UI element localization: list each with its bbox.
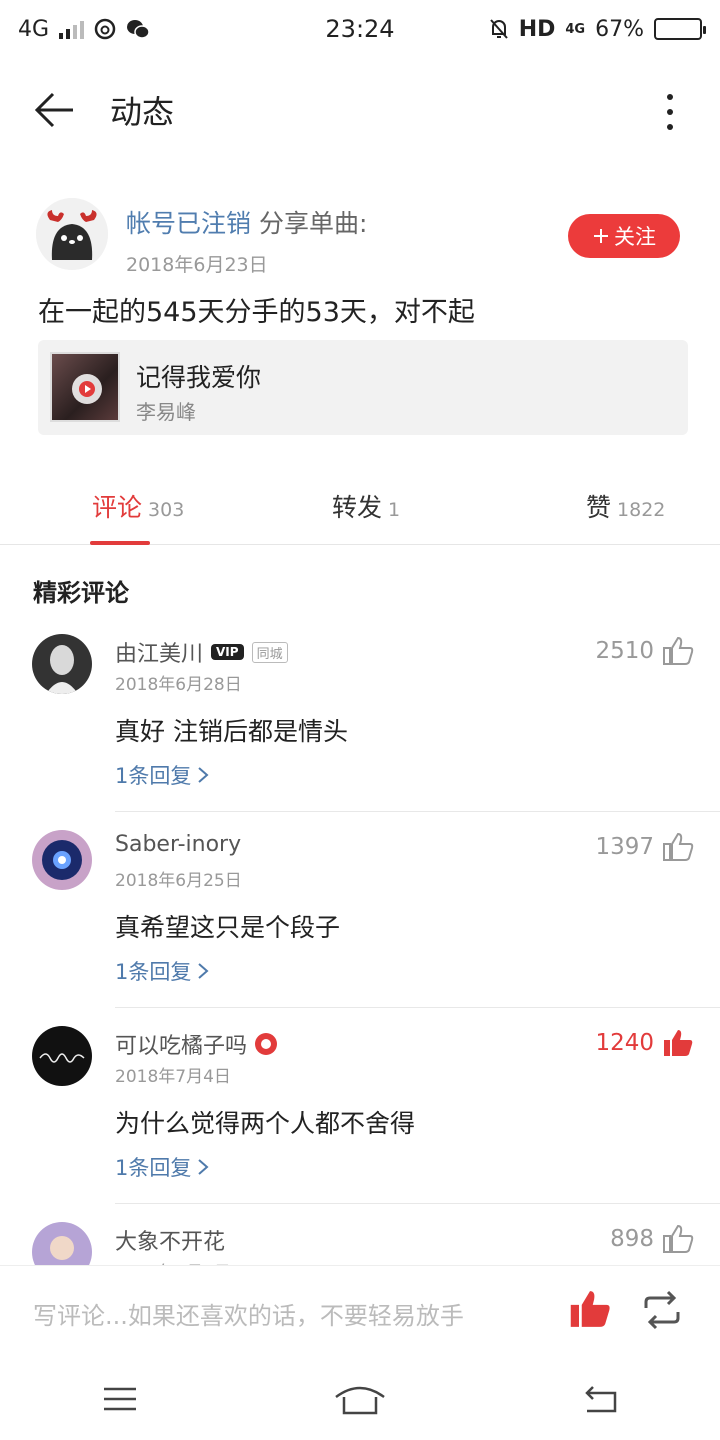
like-button[interactable]: 2510 — [595, 636, 694, 666]
chevron-right-icon — [198, 1159, 209, 1175]
comment-list: 由江美川 VIP 同城 2018年6月28日 真好 注销后都是情头 1条回复 251… — [0, 616, 720, 1266]
like-button[interactable]: 1240 — [595, 1028, 694, 1058]
arrow-left-icon — [34, 92, 73, 128]
top-bar: 动态 — [0, 58, 720, 162]
comment-date: 2018年7月1日 — [115, 1258, 231, 1266]
more-options-button[interactable] — [642, 84, 698, 140]
post-text: 在一起的545天分手的53天，对不起 — [38, 297, 475, 328]
system-nav-bar — [0, 1358, 720, 1440]
plus-icon — [594, 229, 608, 243]
commenter-name[interactable]: 可以吃橘子吗 — [115, 1028, 247, 1060]
reply-link[interactable]: 1条回复 — [115, 956, 209, 986]
like-post-button[interactable] — [568, 1288, 612, 1334]
comment-item: Saber-inory 2018年6月25日 真希望这只是个段子 1条回复 13… — [0, 812, 720, 1008]
thumb-up-icon — [663, 636, 694, 665]
chevron-right-icon — [198, 963, 209, 979]
comment-text: 真希望这只是个段子 — [115, 913, 341, 942]
home-icon — [335, 1386, 385, 1415]
comment-text: 为什么觉得两个人都不舍得 — [115, 1109, 416, 1138]
like-button[interactable]: 898 — [610, 1224, 694, 1254]
commenter-avatar[interactable] — [32, 1222, 92, 1266]
status-bar: 4G 23:24 HD 4G 67% — [0, 0, 720, 58]
repost-button[interactable] — [640, 1290, 684, 1334]
follow-label: 关注 — [614, 225, 656, 249]
comment-input[interactable]: 写评论...如果还喜欢的话，不要轻易放手 — [33, 1296, 464, 1331]
post-action: 分享单曲: — [251, 209, 368, 238]
commenter-avatar[interactable] — [32, 830, 92, 890]
post-date: 2018年6月23日 — [126, 254, 268, 276]
song-title: 记得我爱你 — [136, 363, 262, 392]
page-title: 动态 — [110, 93, 175, 131]
thumb-up-filled-icon — [664, 1030, 693, 1056]
back-button[interactable] — [0, 58, 110, 162]
chevron-right-icon — [198, 767, 209, 783]
comment-date: 2018年6月28日 — [115, 675, 242, 695]
battery-icon — [654, 18, 706, 40]
song-artist: 李易峰 — [136, 400, 196, 424]
location-badge: 同城 — [251, 641, 288, 663]
comment-bar: 写评论...如果还喜欢的话，不要轻易放手 — [0, 1266, 720, 1358]
reply-link[interactable]: 1条回复 — [115, 1152, 209, 1182]
back-nav-button[interactable] — [560, 1369, 640, 1429]
musician-badge-icon — [255, 1033, 278, 1055]
tab-reposts[interactable]: 转发 1 — [332, 488, 400, 524]
thumb-up-filled-icon — [570, 1291, 610, 1327]
return-icon — [585, 1386, 617, 1413]
commenter-name[interactable]: 大象不开花 — [115, 1224, 225, 1256]
commenter-name[interactable]: 由江美川 — [115, 636, 203, 668]
thumb-up-icon — [663, 1224, 694, 1253]
comment-item: 可以吃橘子吗 2018年7月4日 为什么觉得两个人都不舍得 1条回复 1240 — [0, 1008, 720, 1204]
tab-comments[interactable]: 评论 303 — [92, 488, 184, 524]
reply-link[interactable]: 1条回复 — [115, 760, 209, 790]
comment-item: 大象不开花 2018年7月1日 898 — [0, 1204, 720, 1266]
vip-badge: VIP — [211, 644, 244, 660]
comment-text: 真好 注销后都是情头 — [115, 717, 348, 746]
post-username[interactable]: 帐号已注销 — [126, 209, 251, 238]
section-title: 精彩评论 — [33, 579, 129, 607]
play-icon[interactable] — [72, 374, 102, 404]
commenter-avatar[interactable] — [32, 1026, 92, 1086]
tab-active-indicator — [90, 541, 150, 545]
clock: 23:24 — [325, 15, 395, 43]
song-cover — [50, 352, 120, 422]
like-button[interactable]: 1397 — [595, 832, 694, 862]
moose-avatar-icon — [36, 198, 108, 270]
comment-item: 由江美川 VIP 同城 2018年6月28日 真好 注销后都是情头 1条回复 251… — [0, 616, 720, 812]
repost-icon — [644, 1290, 680, 1330]
home-button[interactable] — [320, 1369, 400, 1429]
comment-date: 2018年7月4日 — [115, 1067, 231, 1087]
tab-bar: 评论 303 转发 1 赞 1822 — [0, 470, 720, 545]
follow-button[interactable]: 关注 — [568, 214, 680, 258]
commenter-avatar[interactable] — [32, 634, 92, 694]
thumb-up-icon — [663, 832, 694, 861]
menu-button[interactable] — [80, 1369, 160, 1429]
menu-icon — [104, 1387, 136, 1411]
comment-date: 2018年6月25日 — [115, 871, 242, 891]
post-avatar[interactable] — [36, 198, 108, 270]
commenter-name[interactable]: Saber-inory — [115, 832, 241, 857]
song-card[interactable]: 记得我爱你 李易峰 — [38, 340, 688, 435]
tab-likes[interactable]: 赞 1822 — [586, 488, 665, 524]
